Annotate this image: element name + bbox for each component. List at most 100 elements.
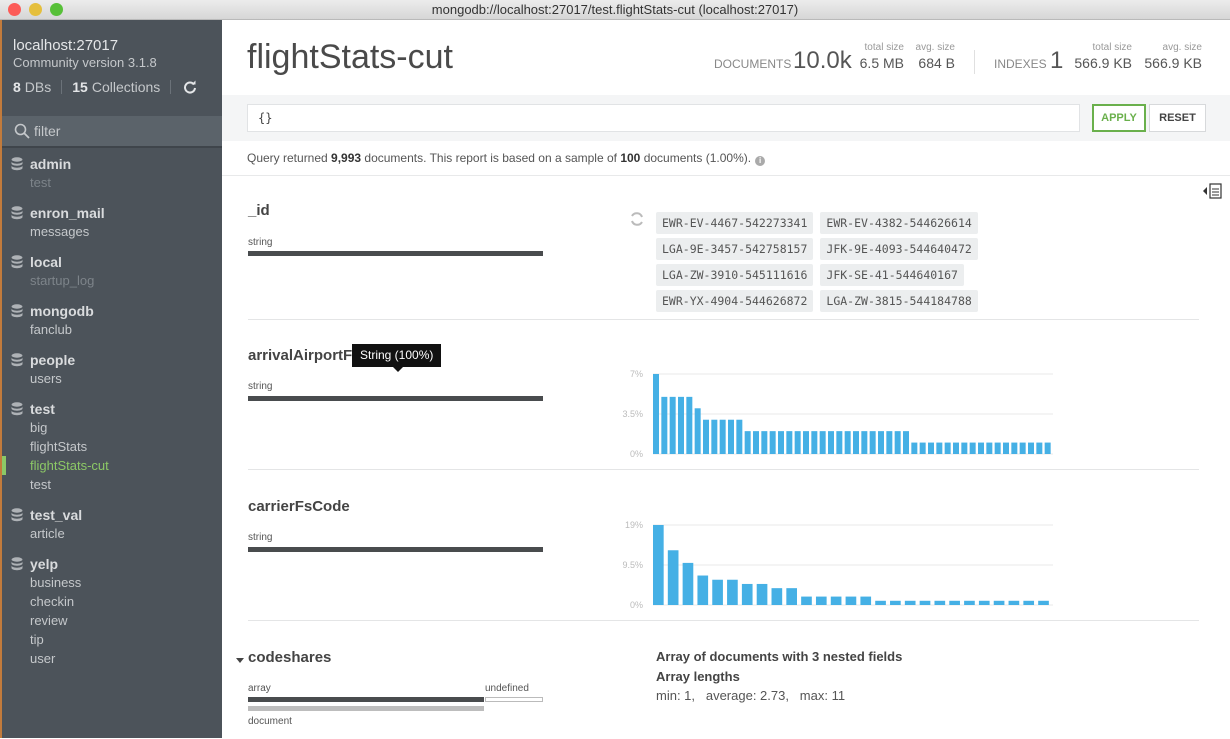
collection-item[interactable]: tip (2, 630, 222, 649)
bar[interactable] (678, 396, 684, 454)
bar[interactable] (686, 396, 693, 454)
type-bar-undefined[interactable] (485, 697, 543, 702)
bar[interactable] (969, 442, 976, 454)
collection-item[interactable]: flightStats-cut (2, 456, 222, 475)
bar[interactable] (1019, 442, 1026, 454)
bar[interactable] (1028, 442, 1034, 454)
bar[interactable] (744, 431, 751, 454)
collection-item[interactable]: test (2, 475, 222, 494)
bar[interactable] (811, 431, 818, 454)
refresh-icon[interactable] (183, 80, 197, 94)
collection-item[interactable]: fanclub (2, 320, 222, 339)
bar[interactable] (836, 431, 843, 454)
type-bar-string[interactable] (248, 396, 543, 401)
bar[interactable] (861, 431, 868, 454)
bar[interactable] (697, 575, 709, 605)
collection-item[interactable]: messages (2, 222, 222, 241)
bar[interactable] (1008, 600, 1020, 605)
zoom-window-button[interactable] (50, 3, 63, 16)
type-bar-array[interactable] (248, 697, 484, 702)
info-icon[interactable]: i (755, 156, 766, 166)
database-item[interactable]: mongodb (2, 301, 222, 320)
close-window-button[interactable] (8, 3, 21, 16)
bar[interactable] (815, 596, 827, 605)
collection-item[interactable]: review (2, 611, 222, 630)
type-bar-string[interactable] (248, 547, 543, 552)
bar[interactable] (669, 396, 676, 454)
bar[interactable] (786, 431, 793, 454)
sample-value-tag[interactable]: LGA-ZW-3815-544184788 (820, 290, 978, 312)
filter-input[interactable]: filter (2, 116, 222, 148)
bar[interactable] (944, 442, 951, 454)
bar[interactable] (961, 442, 968, 454)
bar[interactable] (712, 579, 723, 605)
bar[interactable] (819, 431, 826, 454)
database-item[interactable]: test_val (2, 505, 222, 524)
bar[interactable] (869, 431, 876, 454)
bar[interactable] (803, 431, 809, 454)
database-item[interactable]: yelp (2, 554, 222, 573)
bar[interactable] (667, 550, 679, 605)
bar[interactable] (903, 431, 909, 454)
collection-item[interactable]: flightStats (2, 437, 222, 456)
minimize-window-button[interactable] (29, 3, 42, 16)
bar[interactable] (736, 419, 743, 454)
bar[interactable] (953, 442, 959, 454)
bar[interactable] (1044, 442, 1051, 454)
collection-item[interactable]: checkin (2, 592, 222, 611)
database-item[interactable]: local (2, 252, 222, 271)
bar[interactable] (936, 442, 943, 454)
bar[interactable] (993, 600, 1005, 605)
bar[interactable] (1038, 600, 1049, 605)
bar[interactable] (964, 600, 975, 605)
bar[interactable] (741, 583, 753, 605)
bar[interactable] (761, 431, 768, 454)
bar[interactable] (949, 600, 960, 605)
bar[interactable] (853, 431, 859, 454)
bar[interactable] (786, 588, 797, 605)
sample-value-tag[interactable]: EWR-YX-4904-544626872 (656, 290, 814, 312)
bar[interactable] (994, 442, 1001, 454)
collection-item[interactable]: test (2, 173, 222, 192)
bar[interactable] (890, 600, 901, 605)
bar[interactable] (1011, 442, 1018, 454)
database-item[interactable]: admin (2, 154, 222, 173)
bar[interactable] (875, 600, 886, 605)
bar[interactable] (756, 583, 768, 605)
bar[interactable] (878, 431, 884, 454)
bar[interactable] (978, 442, 984, 454)
bar[interactable] (919, 600, 931, 605)
bar[interactable] (986, 442, 993, 454)
reset-button[interactable]: RESET (1149, 104, 1206, 132)
bar[interactable] (727, 579, 738, 605)
resample-icon[interactable] (629, 211, 645, 227)
collection-item[interactable]: user (2, 649, 222, 668)
bar[interactable] (911, 442, 918, 454)
bar[interactable] (753, 431, 759, 454)
collection-item[interactable]: article (2, 524, 222, 543)
type-bar-string[interactable] (248, 251, 543, 256)
bar[interactable] (845, 596, 857, 605)
bar[interactable] (978, 600, 990, 605)
field-name[interactable]: codeshares (248, 649, 331, 666)
bar[interactable] (728, 419, 734, 454)
sample-value-tag[interactable]: JFK-9E-4093-544640472 (820, 238, 978, 260)
sample-value-tag[interactable]: LGA-ZW-3910-545111616 (656, 264, 814, 286)
sample-value-tag[interactable]: LGA-9E-3457-542758157 (656, 238, 814, 260)
bar[interactable] (904, 600, 916, 605)
bar[interactable] (694, 408, 701, 454)
subtype-bar-document[interactable] (248, 706, 484, 711)
bar[interactable] (934, 600, 946, 605)
bar[interactable] (711, 419, 718, 454)
bar[interactable] (801, 596, 812, 605)
apply-button[interactable]: APPLY (1092, 104, 1146, 132)
bar[interactable] (1023, 600, 1035, 605)
bar[interactable] (703, 419, 709, 454)
bar[interactable] (653, 525, 664, 605)
database-item[interactable]: test (2, 399, 222, 418)
bar[interactable] (769, 431, 776, 454)
bar[interactable] (886, 431, 893, 454)
query-input[interactable]: {} (247, 104, 1080, 132)
collection-item[interactable]: startup_log (2, 271, 222, 290)
collapse-caret-icon[interactable] (235, 656, 245, 664)
